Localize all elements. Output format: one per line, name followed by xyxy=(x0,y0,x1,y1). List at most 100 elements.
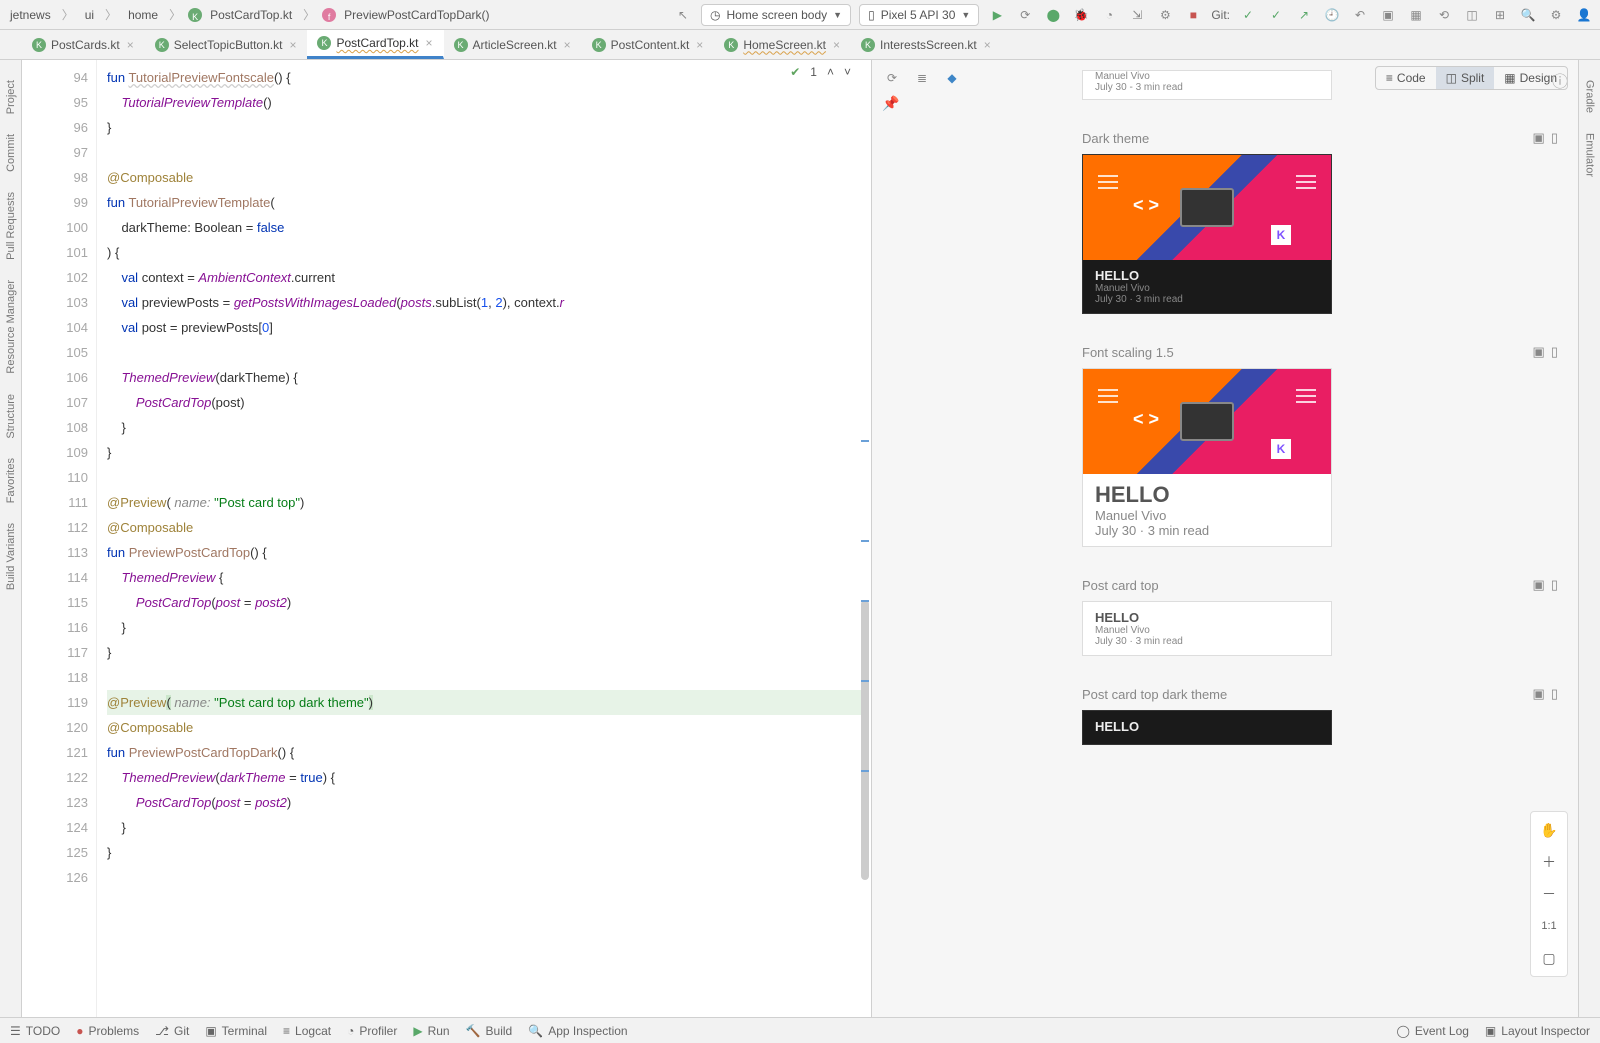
refresh-preview-icon[interactable]: ⟳ xyxy=(882,68,902,88)
profiler-icon[interactable]: ◔ xyxy=(1099,5,1119,25)
tool-build-variants[interactable]: Build Variants xyxy=(5,523,17,590)
tab-postcardtop-kt[interactable]: K PostCardTop.kt × xyxy=(307,30,443,59)
structure-icon[interactable]: ◫ xyxy=(1462,5,1482,25)
run-config-dropdown[interactable]: ◷ Home screen body ▼ xyxy=(701,4,851,26)
user-icon[interactable]: 👤 xyxy=(1574,5,1594,25)
tool-resource-manager[interactable]: Resource Manager xyxy=(5,280,17,374)
terminal-tool[interactable]: ▣Terminal xyxy=(205,1024,267,1038)
todo-tool[interactable]: ☰TODO xyxy=(10,1024,60,1038)
stop-icon[interactable]: ■ xyxy=(1183,5,1203,25)
preview-settings-icon[interactable]: ≣ xyxy=(912,68,932,88)
app-inspection-tool[interactable]: 🔍App Inspection xyxy=(528,1024,627,1038)
zoom-out-icon[interactable]: － xyxy=(1537,882,1561,906)
card-image: < > K xyxy=(1083,369,1331,474)
deploy-preview-icon[interactable]: ▣ xyxy=(1533,577,1545,593)
profiler-tool[interactable]: ◔Profiler xyxy=(347,1024,397,1038)
tab-interestsscreen-kt[interactable]: K InterestsScreen.kt × xyxy=(851,30,1002,59)
sync-icon[interactable]: ⟲ xyxy=(1434,5,1454,25)
view-code[interactable]: ≡Code xyxy=(1376,67,1436,89)
tab-homescreen-kt[interactable]: K HomeScreen.kt × xyxy=(714,30,851,59)
tool-gradle[interactable]: Gradle xyxy=(1584,80,1596,113)
git-tool[interactable]: ⎇Git xyxy=(155,1024,189,1038)
search-icon[interactable]: 🔍 xyxy=(1518,5,1538,25)
preview-card[interactable]: HELLO xyxy=(1082,710,1332,745)
apply-changes-icon[interactable]: ⟳ xyxy=(1015,5,1035,25)
avd-icon[interactable]: ▣ xyxy=(1378,5,1398,25)
zoom-fit-icon[interactable]: ▢ xyxy=(1537,946,1561,970)
tool-commit[interactable]: Commit xyxy=(5,134,17,172)
event-log-tool[interactable]: ◯Event Log xyxy=(1396,1024,1468,1038)
code-content[interactable]: fun TutorialPreviewFontscale() { Tutoria… xyxy=(97,60,871,1017)
ide-icon[interactable]: ⊞ xyxy=(1490,5,1510,25)
problems-tool[interactable]: ●Problems xyxy=(76,1024,139,1038)
breadcrumb[interactable]: jetnews〉 ui〉 home〉 K PostCardTop.kt〉 f P… xyxy=(6,4,494,25)
run-icon[interactable]: ▶ xyxy=(987,5,1007,25)
close-icon[interactable]: × xyxy=(984,38,991,52)
sdk-icon[interactable]: ▦ xyxy=(1406,5,1426,25)
close-icon[interactable]: × xyxy=(426,36,433,50)
kotlin-file-icon: K xyxy=(32,38,46,52)
preview-card[interactable]: < > K HELLOManuel VivoJuly 30 · 3 min re… xyxy=(1082,154,1332,314)
interactive-preview-icon[interactable]: ▯ xyxy=(1551,130,1558,146)
layers-icon[interactable]: ◆ xyxy=(942,68,962,88)
tool-structure[interactable]: Structure xyxy=(5,394,17,439)
pan-icon[interactable]: ✋ xyxy=(1537,818,1561,842)
attach-debugger-icon[interactable]: ⇲ xyxy=(1127,5,1147,25)
crumb-file[interactable]: PostCardTop.kt xyxy=(206,6,296,24)
inspect-ok-icon[interactable]: ✔ xyxy=(790,65,800,79)
history-icon[interactable]: 🕘 xyxy=(1322,5,1342,25)
back-icon[interactable]: ↖ xyxy=(673,5,693,25)
crumb-home[interactable]: home xyxy=(124,6,162,24)
view-design[interactable]: ▦Design xyxy=(1494,67,1567,89)
logcat-tool[interactable]: ≡Logcat xyxy=(283,1024,331,1038)
interactive-preview-icon[interactable]: ▯ xyxy=(1551,577,1558,593)
next-highlight-icon[interactable]: ˅ xyxy=(844,65,851,79)
tool-emulator[interactable]: Emulator xyxy=(1584,133,1596,177)
close-icon[interactable]: × xyxy=(564,38,571,52)
chevron-down-icon: ▼ xyxy=(833,10,842,20)
code-editor[interactable]: 9495969798991001011021031041051061071081… xyxy=(22,60,872,1017)
tool-pull-requests[interactable]: Pull Requests xyxy=(5,192,17,260)
zoom-in-icon[interactable]: ＋ xyxy=(1537,850,1561,874)
prev-highlight-icon[interactable]: ˄ xyxy=(827,65,834,79)
vcs-update-icon[interactable]: ✓ xyxy=(1238,5,1258,25)
left-tool-strip: Project Commit Pull Requests Resource Manag… xyxy=(0,60,22,1017)
vcs-push-icon[interactable]: ↗ xyxy=(1294,5,1314,25)
zoom-ratio[interactable]: 1:1 xyxy=(1537,914,1561,938)
close-icon[interactable]: × xyxy=(289,38,296,52)
coverage-icon[interactable]: 🐞 xyxy=(1071,5,1091,25)
preview-card[interactable]: Manuel VivoJuly 30 - 3 min read xyxy=(1082,70,1332,100)
interactive-preview-icon[interactable]: ▯ xyxy=(1551,344,1558,360)
tab-postcards-kt[interactable]: K PostCards.kt × xyxy=(22,30,145,59)
close-icon[interactable]: × xyxy=(696,38,703,52)
tab-articlescreen-kt[interactable]: K ArticleScreen.kt × xyxy=(444,30,582,59)
rollback-icon[interactable]: ↶ xyxy=(1350,5,1370,25)
vcs-commit-icon[interactable]: ✓ xyxy=(1266,5,1286,25)
device-dropdown[interactable]: ▯ Pixel 5 API 30 ▼ xyxy=(859,4,979,26)
more-run-icon[interactable]: ⚙ xyxy=(1155,5,1175,25)
run-tool[interactable]: ▶Run xyxy=(413,1024,449,1038)
close-icon[interactable]: × xyxy=(833,38,840,52)
interactive-preview-icon[interactable]: ▯ xyxy=(1551,686,1558,702)
view-split[interactable]: ◫Split xyxy=(1436,67,1495,89)
close-icon[interactable]: × xyxy=(127,38,134,52)
tool-project[interactable]: Project xyxy=(5,80,17,114)
crumb-function[interactable]: PreviewPostCardTopDark() xyxy=(340,6,493,24)
crumb-project[interactable]: jetnews xyxy=(6,6,55,24)
debug-icon[interactable]: ⬤ xyxy=(1043,5,1063,25)
preview-card[interactable]: < > K HELLOManuel VivoJuly 30 · 3 min re… xyxy=(1082,368,1332,547)
marker-strip[interactable] xyxy=(859,60,871,1017)
deploy-preview-icon[interactable]: ▣ xyxy=(1533,344,1545,360)
tool-favorites[interactable]: Favorites xyxy=(5,458,17,503)
gutter[interactable]: 9495969798991001011021031041051061071081… xyxy=(22,60,97,1017)
pin-icon[interactable]: 📌 xyxy=(882,95,899,112)
crumb-ui[interactable]: ui xyxy=(81,6,98,24)
preview-card[interactable]: HELLOManuel VivoJuly 30 · 3 min read xyxy=(1082,601,1332,656)
settings-icon[interactable]: ⚙ xyxy=(1546,5,1566,25)
deploy-preview-icon[interactable]: ▣ xyxy=(1533,686,1545,702)
tab-postcontent-kt[interactable]: K PostContent.kt × xyxy=(582,30,715,59)
layout-inspector-tool[interactable]: ▣Layout Inspector xyxy=(1485,1024,1590,1038)
tab-selecttopicbutton-kt[interactable]: K SelectTopicButton.kt × xyxy=(145,30,308,59)
build-tool[interactable]: 🔨Build xyxy=(466,1024,513,1038)
deploy-preview-icon[interactable]: ▣ xyxy=(1533,130,1545,146)
